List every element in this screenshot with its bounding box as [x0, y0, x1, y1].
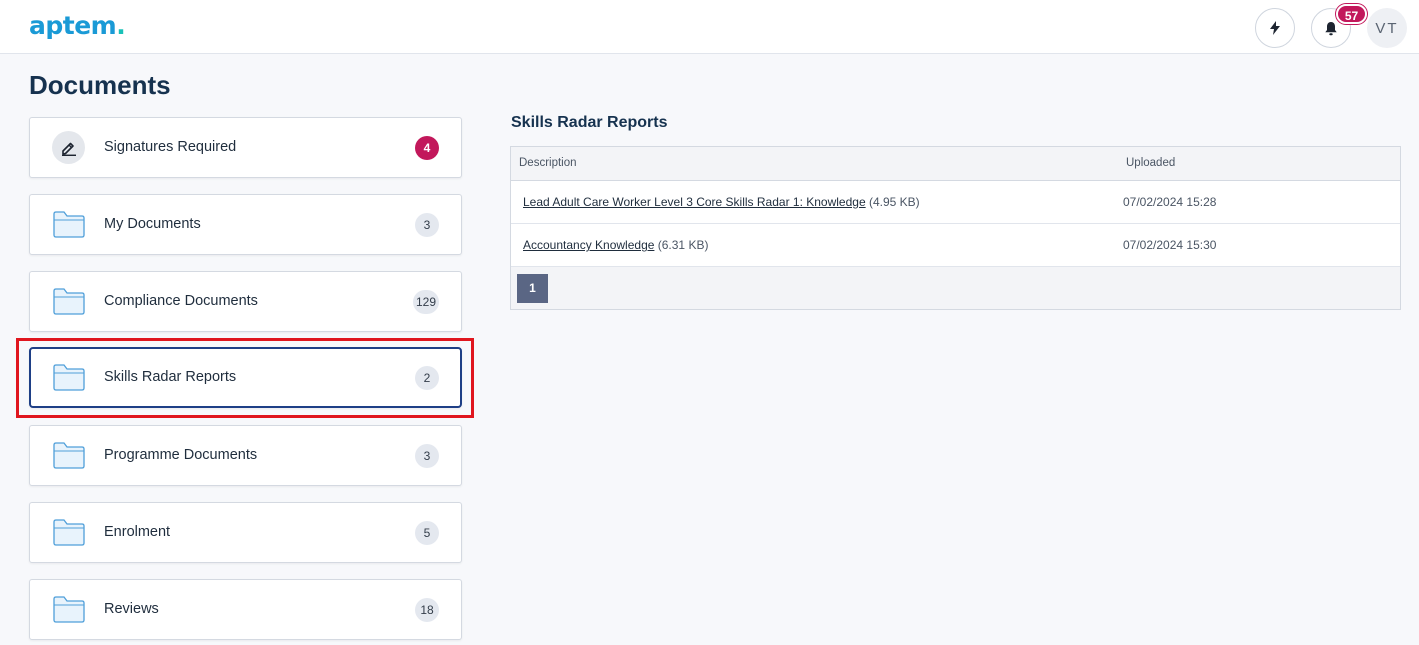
folder-card-compliance-documents[interactable]: Compliance Documents 129 [29, 271, 462, 332]
bell-icon [1325, 21, 1337, 35]
folder-icon [52, 209, 86, 239]
signature-icon [52, 131, 85, 164]
table-row: Lead Adult Care Worker Level 3 Core Skil… [511, 181, 1400, 224]
folder-label: Compliance Documents [104, 293, 258, 309]
reports-table: Description Uploaded Lead Adult Care Wor… [510, 146, 1401, 310]
section-title: Skills Radar Reports [511, 114, 668, 131]
folder-card-enrolment[interactable]: Enrolment 5 [29, 502, 462, 563]
description-cell: Accountancy Knowledge (6.31 KB) [523, 238, 708, 252]
column-header-uploaded[interactable]: Uploaded [1126, 157, 1175, 169]
pagination: 1 [511, 267, 1400, 309]
top-bar: aptem. 57 VT [0, 0, 1419, 54]
folder-icon [52, 517, 86, 547]
page-button-1[interactable]: 1 [517, 274, 548, 303]
folder-label: My Documents [104, 216, 201, 232]
notification-count-badge: 57 [1336, 4, 1367, 24]
user-avatar[interactable]: VT [1367, 8, 1407, 48]
table-header: Description Uploaded [511, 147, 1400, 181]
folder-label: Signatures Required [104, 139, 237, 155]
folder-card-reviews[interactable]: Reviews 18 [29, 579, 462, 640]
folder-icon [52, 594, 86, 624]
folder-label: Programme Documents [104, 447, 258, 463]
file-size: (6.31 KB) [654, 238, 709, 252]
count-badge: 4 [415, 136, 439, 160]
aptem-logo[interactable]: aptem. [29, 11, 126, 40]
uploaded-date: 07/02/2024 15:28 [1123, 195, 1217, 209]
folder-label: Enrolment [104, 524, 171, 540]
count-badge: 3 [415, 444, 439, 468]
bolt-icon [1270, 21, 1280, 35]
count-badge: 3 [415, 213, 439, 237]
table-row: Accountancy Knowledge (6.31 KB) 07/02/20… [511, 224, 1400, 267]
description-cell: Lead Adult Care Worker Level 3 Core Skil… [523, 195, 920, 209]
count-badge: 18 [415, 598, 439, 622]
folder-card-my-documents[interactable]: My Documents 3 [29, 194, 462, 255]
folder-card-signatures-required[interactable]: Signatures Required 4 [29, 117, 462, 178]
quick-actions-button[interactable] [1255, 8, 1295, 48]
folder-icon [52, 286, 86, 316]
document-link[interactable]: Lead Adult Care Worker Level 3 Core Skil… [523, 195, 866, 209]
column-header-description[interactable]: Description [519, 157, 577, 169]
folder-icon [52, 440, 86, 470]
folder-label: Reviews [104, 601, 159, 617]
folder-card-programme-documents[interactable]: Programme Documents 3 [29, 425, 462, 486]
page-title: Documents [29, 70, 171, 100]
count-badge: 129 [412, 290, 439, 314]
selection-highlight-box [16, 338, 474, 418]
uploaded-date: 07/02/2024 15:30 [1123, 238, 1217, 252]
document-link[interactable]: Accountancy Knowledge [523, 238, 654, 252]
file-size: (4.95 KB) [865, 195, 920, 209]
count-badge: 5 [415, 521, 439, 545]
